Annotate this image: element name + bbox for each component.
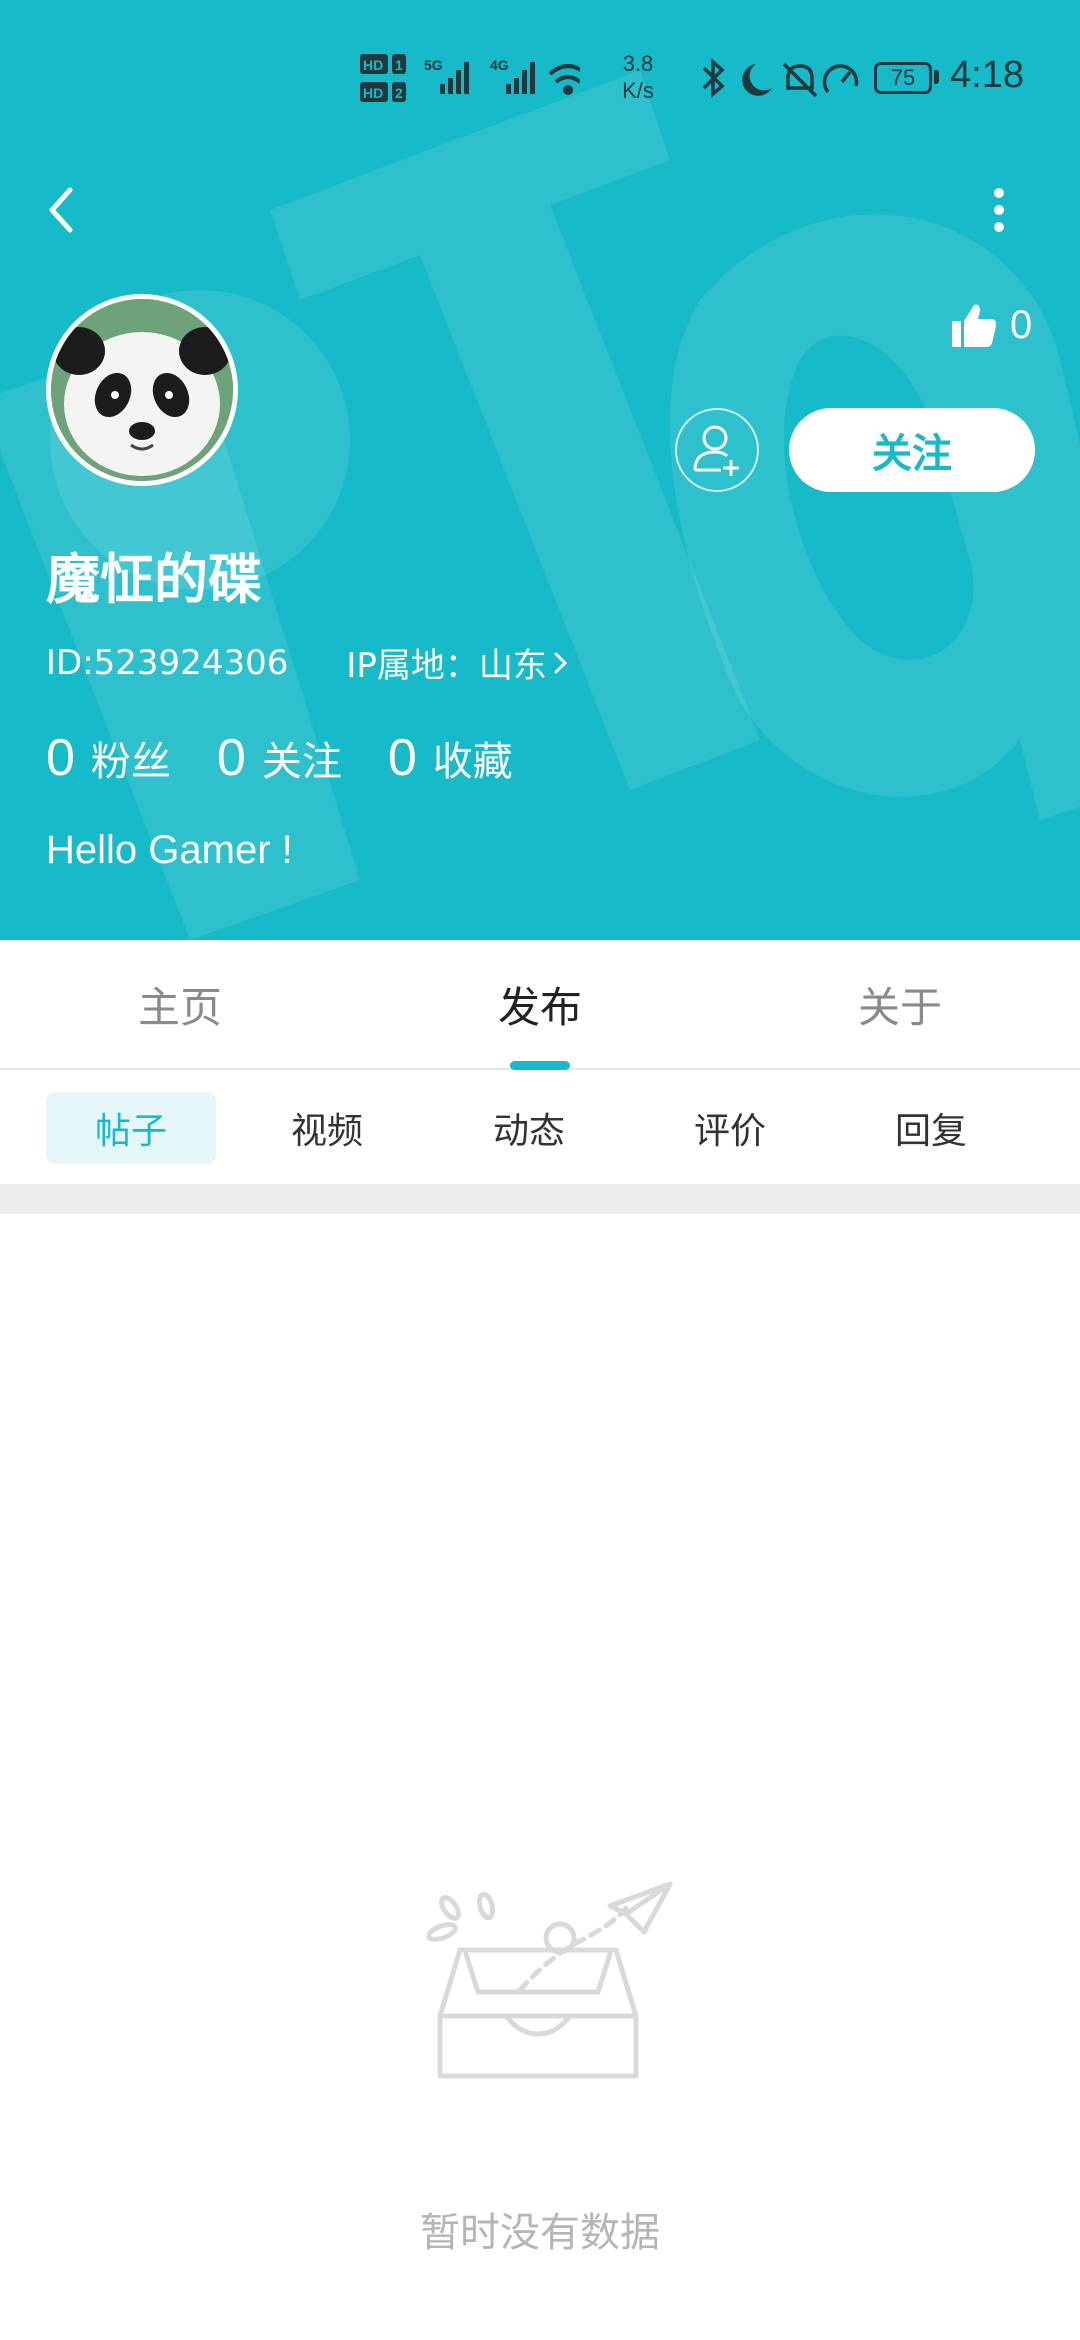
stat-following-count: 0 [216,729,246,787]
more-vertical-icon [994,188,1004,232]
profile-tabs: 主页 发布 关于 [0,940,1080,1070]
subtab-replies[interactable]: 回复 [846,1092,1016,1164]
status-bar: HD 1 HD 2 5G 4G 3.8 K/s 75 4:18 [0,40,1080,120]
content-filter-tabs: 帖子 视频 动态 评价 回复 [0,1072,1080,1184]
speed-gauge-icon [822,64,859,94]
stat-following-label: 关注 [261,739,342,785]
active-tab-indicator [510,1061,570,1070]
add-friend-button[interactable] [675,408,759,492]
username: 魔怔的碟 [46,548,262,611]
profile-stats: 0 粉丝 0 关注 0 收藏 [46,728,559,788]
stat-fans-count: 0 [46,729,75,787]
bio: Hello Gamer ! [46,828,293,872]
stat-favorites-label: 收藏 [432,739,513,785]
stat-fans[interactable]: 0 粉丝 [46,728,171,788]
likes-counter[interactable]: 0 [950,295,1032,355]
empty-state-text: 暂时没有数据 [420,2210,660,2256]
subtab-posts[interactable]: 帖子 [46,1092,216,1164]
stat-favorites-count: 0 [387,729,417,787]
empty-inbox-paper-plane-icon [426,1881,673,2079]
svg-text:2: 2 [395,85,403,101]
tab-posts[interactable]: 发布 [360,940,720,1068]
stat-favorites[interactable]: 0 收藏 [388,728,513,788]
id-row: ID:523924306 IP属地：山东 [46,638,573,687]
section-divider [0,1184,1080,1214]
follow-button[interactable]: 关注 [789,408,1035,492]
user-id: ID:523924306 [46,642,289,683]
panda-avatar-image [51,299,233,481]
svg-text:HD: HD [363,85,383,101]
network-speed: 3.8 K/s [608,50,668,104]
bluetooth-icon [702,58,725,98]
svg-text:5G: 5G [424,57,443,73]
moon-icon [742,64,772,96]
chevron-right-icon [554,652,568,673]
subtab-reviews[interactable]: 评价 [645,1092,815,1164]
bell-muted-icon [782,62,818,98]
avatar[interactable] [46,294,238,486]
tab-home[interactable]: 主页 [0,940,360,1068]
tab-about[interactable]: 关于 [720,940,1080,1068]
stat-fans-label: 粉丝 [90,739,171,785]
subtab-moments[interactable]: 动态 [444,1092,614,1164]
likes-count: 0 [1010,302,1033,347]
svg-text:HD: HD [363,57,383,73]
chevron-left-icon [49,187,73,233]
back-button[interactable] [40,180,90,240]
profile-header: HD 1 HD 2 5G 4G 3.8 K/s 75 4:18 0 关注 魔怔的… [0,0,1080,940]
more-options-button[interactable] [975,180,1025,240]
battery-indicator: 75 [874,62,932,94]
network-speed-value: 3.8 [622,51,654,76]
svg-text:1: 1 [395,57,403,73]
thumbs-up-icon [952,304,997,347]
stat-following[interactable]: 0 关注 [217,728,342,788]
status-icons [702,58,859,98]
signal-icons: HD 1 HD 2 5G 4G [360,54,580,102]
user-add-icon [693,425,739,476]
subtab-videos[interactable]: 视频 [242,1092,412,1164]
svg-text:4G: 4G [490,57,509,73]
ip-location-link[interactable]: IP属地：山东 [346,638,573,687]
network-speed-unit: K/s [622,78,654,103]
status-time: 4:18 [950,54,1024,96]
battery-tip [934,70,939,84]
ip-location: IP属地：山东 [346,646,547,686]
